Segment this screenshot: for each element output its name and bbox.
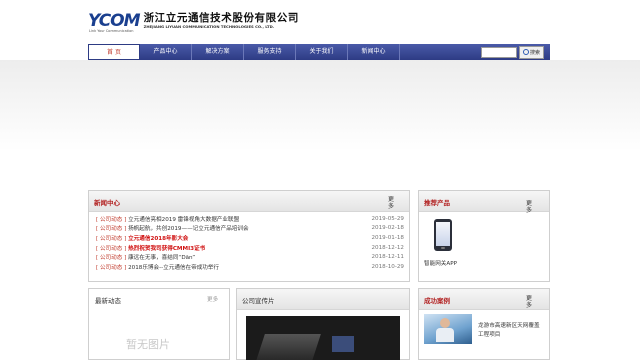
promo-panel-header: 公司宣传片 (237, 289, 409, 310)
cases-panel-header: 成功案例 更多 (419, 289, 549, 310)
products-panel-header: 推荐产品 更多 (419, 191, 549, 214)
news-date: 2019-05-29 (371, 215, 404, 222)
cases-more-link[interactable]: 更多 (525, 295, 533, 309)
products-more-link[interactable]: 更多 (525, 200, 533, 214)
nav-products[interactable]: 产品中心 (140, 44, 192, 60)
news-category: [ 公司动态 ] (96, 216, 127, 223)
news-date: 2018-10-29 (371, 263, 404, 270)
news-title: 2018乐博会--立元通信在帝成功举行 (128, 264, 220, 271)
news-item[interactable]: [ 公司动态 ] 立元通信2018年影大会 2019-01-18 (96, 233, 404, 243)
promo-video[interactable] (246, 316, 400, 360)
news-date: 2019-02-18 (371, 225, 404, 232)
video-frame-slab (255, 334, 321, 360)
news-category: [ 公司动态 ] (96, 245, 127, 252)
case-image-figure (436, 328, 454, 342)
products-panel-title: 推荐产品 (424, 199, 450, 207)
logo-mark: YCOM (88, 11, 141, 31)
phone-screen (436, 222, 450, 246)
nav-solutions[interactable]: 解决方案 (192, 44, 244, 60)
promo-panel-title: 公司宣传片 (242, 297, 275, 305)
latest-panel-title: 最新动态 (95, 297, 121, 305)
no-image-placeholder: 暂无图片 (126, 338, 170, 351)
news-date: 2018-12-12 (371, 244, 404, 251)
news-date: 2019-01-18 (371, 234, 404, 241)
hero-banner (0, 60, 640, 190)
news-item[interactable]: [ 公司动态 ] 扬帆起航，共创2019——记立元通信产品培训会 2019-02… (96, 224, 404, 234)
news-category: [ 公司动态 ] (96, 255, 127, 262)
news-more-link[interactable]: 更多 (387, 196, 395, 210)
phone-home-button (441, 247, 445, 249)
cases-panel-title: 成功案例 (424, 297, 450, 305)
case-caption[interactable]: 龙游市高速新区天网覆盖工程项目 (478, 322, 540, 340)
news-category: [ 公司动态 ] (96, 264, 127, 271)
company-name-en: ZHEJIANG LIYUAN COMMUNICATION TECHNOLOGI… (143, 24, 275, 29)
search-icon (522, 49, 529, 55)
news-item[interactable]: [ 公司动态 ] 康远在无事，喜结同“Dān” 2018-12-11 (96, 252, 404, 262)
nav-support[interactable]: 服务支持 (244, 44, 296, 60)
nav-about[interactable]: 关于我们 (296, 44, 348, 60)
news-category: [ 公司动态 ] (96, 235, 127, 242)
nav-news[interactable]: 新闻中心 (348, 44, 400, 60)
latest-more-link[interactable]: 更多 (207, 295, 218, 303)
news-date: 2018-12-11 (371, 254, 404, 261)
search-button-label: 搜索 (529, 49, 540, 56)
video-frame-card (332, 336, 354, 352)
news-panel-header: 新闻中心 更多 (89, 191, 409, 212)
company-logo[interactable]: YCOM Link Your Communication 浙江立元通信技术股份有… (88, 11, 299, 33)
news-item[interactable]: [ 公司动态 ] 立元通信亮相2019 雷锋视角大数据产业联盟 2019-05-… (96, 214, 404, 224)
news-list: [ 公司动态 ] 立元通信亮相2019 雷锋视角大数据产业联盟 2019-05-… (96, 214, 404, 272)
site-header: YCOM Link Your Communication 浙江立元通信技术股份有… (0, 0, 640, 44)
news-title: 立元通信2018年影大会 (128, 235, 189, 242)
search-button[interactable]: 搜索 (518, 45, 544, 59)
company-name-cn: 浙江立元通信技术股份有限公司 (143, 12, 299, 24)
news-title: 热烈祝贺我司获得CMMI3证书 (128, 245, 206, 252)
news-category: [ 公司动态 ] (96, 226, 127, 233)
search-input[interactable] (480, 46, 517, 58)
nav-home[interactable]: 首 页 (88, 44, 140, 60)
news-title: 立元通信亮相2019 雷锋视角大数据产业联盟 (128, 216, 240, 223)
news-item[interactable]: [ 公司动态 ] 热烈祝贺我司获得CMMI3证书 2018-12-12 (96, 243, 404, 253)
product-image[interactable] (434, 219, 452, 251)
logo-tagline: Link Your Communication (89, 29, 134, 33)
news-title: 扬帆起航，共创2019——记立元通信产品培训会 (128, 226, 249, 233)
product-caption[interactable]: 智能网关APP (424, 259, 457, 267)
news-panel-title: 新闻中心 (94, 199, 120, 207)
case-image-head (440, 318, 450, 328)
news-title: 康远在无事，喜结同“Dān” (128, 255, 196, 262)
main-nav: 首 页 产品中心 解决方案 服务支持 关于我们 新闻中心 搜索 (88, 44, 550, 60)
news-item[interactable]: [ 公司动态 ] 2018乐博会--立元通信在帝成功举行 2018-10-29 (96, 262, 404, 272)
search-box: 搜索 (480, 45, 544, 59)
